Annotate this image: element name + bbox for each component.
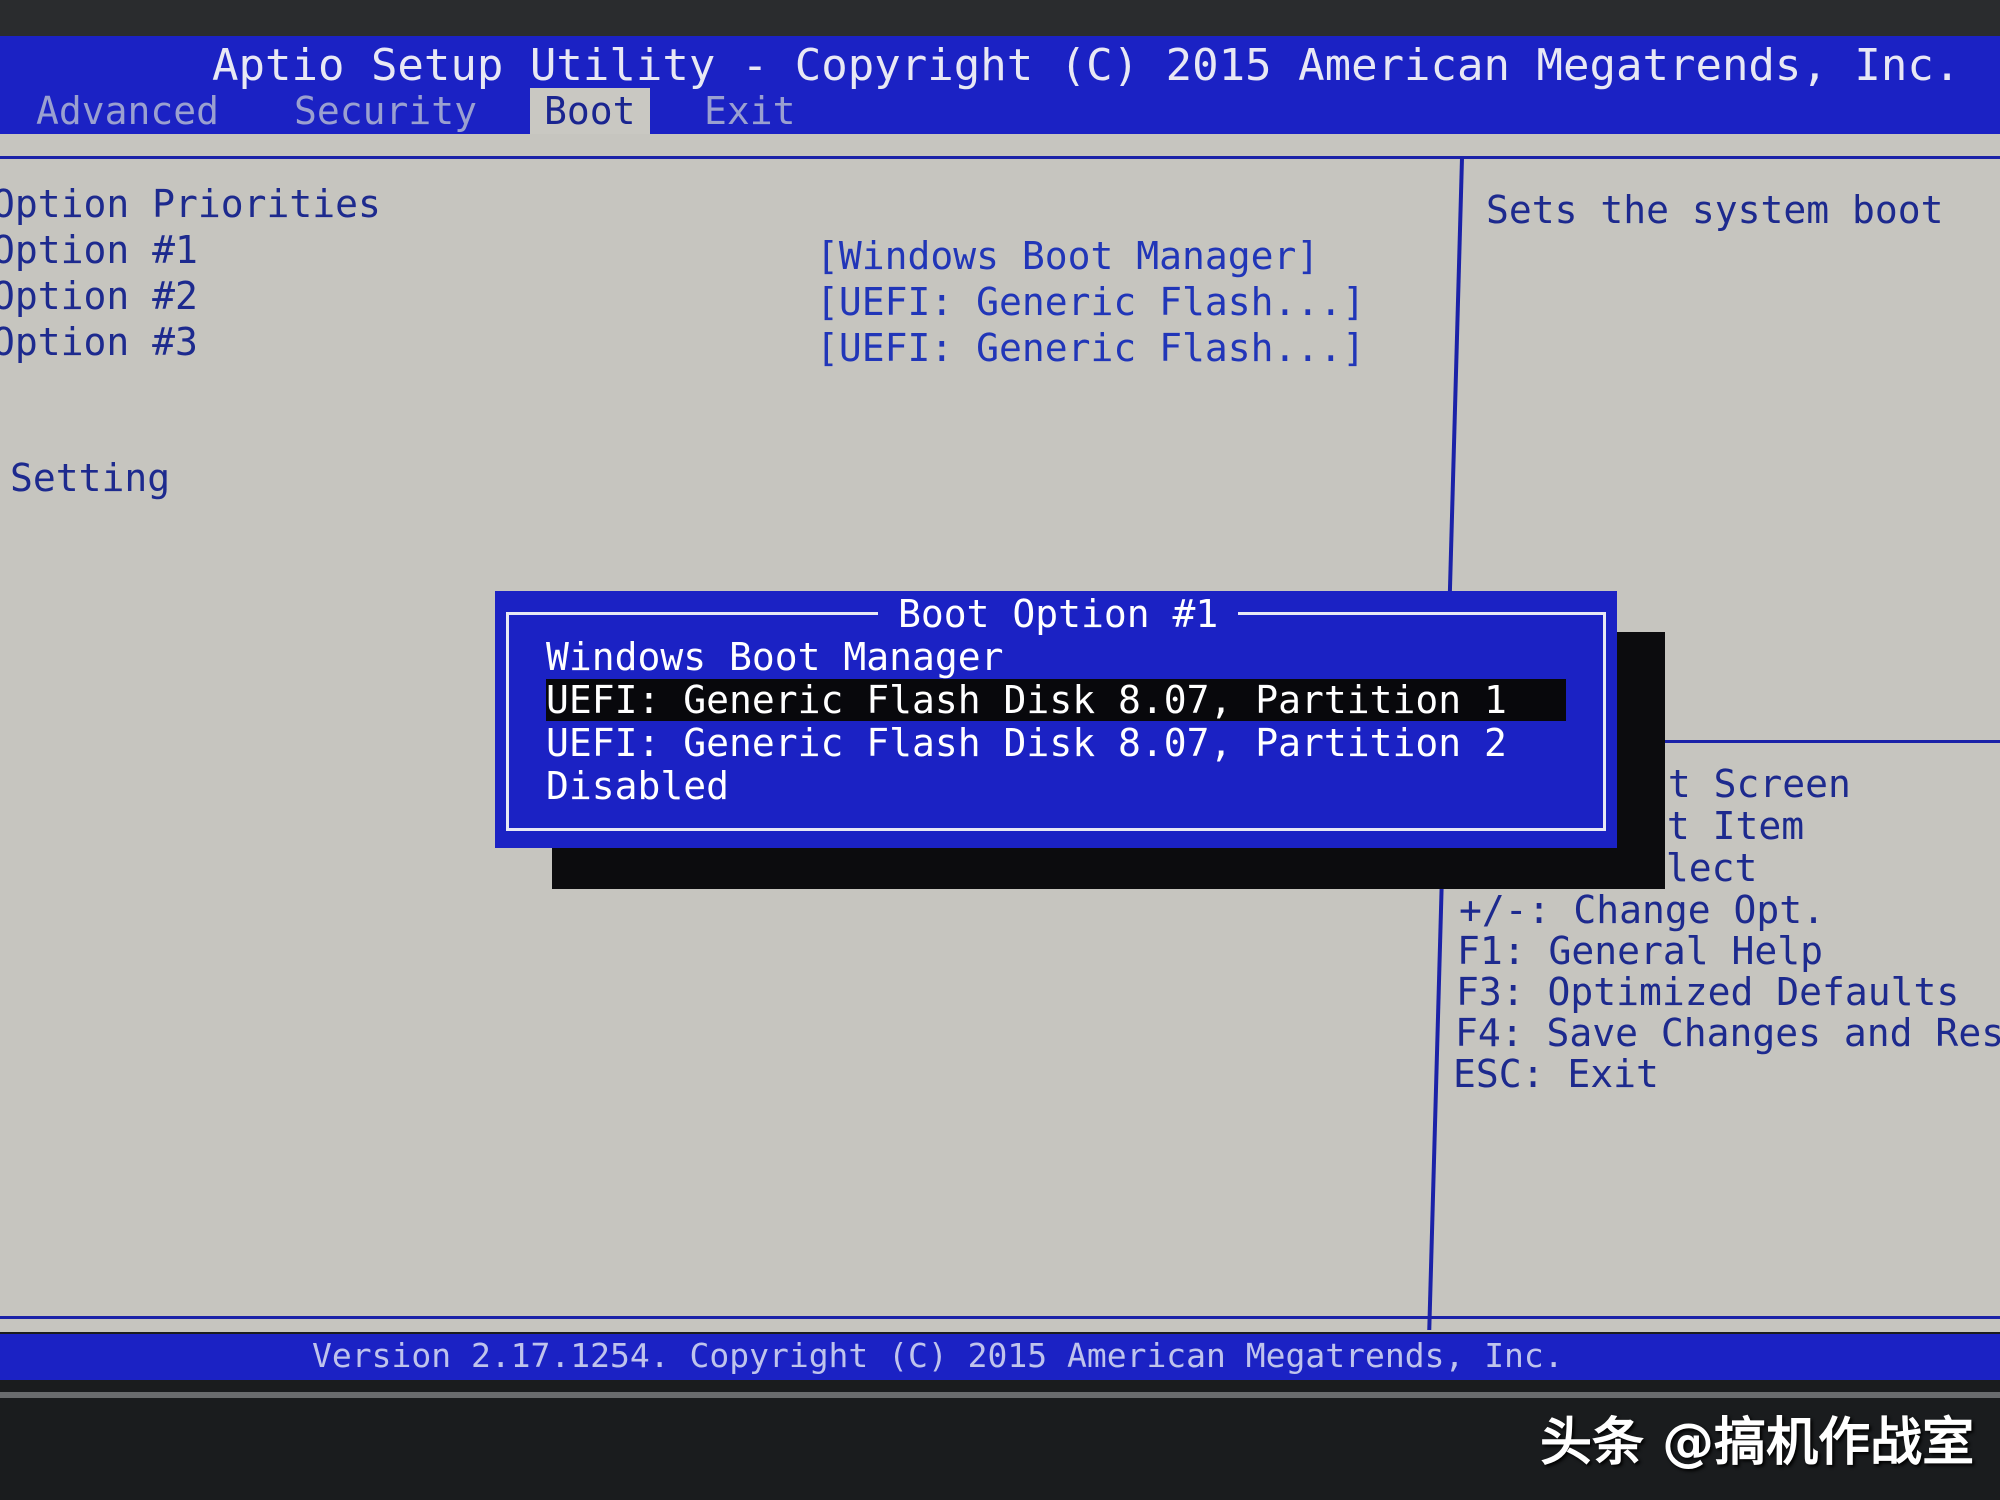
monitor-bezel (0, 1392, 2000, 1398)
key-help: F4: Save Changes and Reset (1455, 1011, 2000, 1055)
option-1-value[interactable]: [Windows Boot Manager] (816, 234, 1319, 278)
popup-item[interactable]: UEFI: Generic Flash Disk 8.07, Partition… (546, 722, 1507, 764)
watermark: 头条 @搞机作战室 (1540, 1413, 1975, 1473)
popup-item[interactable]: Disabled (546, 765, 729, 807)
setting-label: Setting (10, 456, 171, 500)
popup-title: Boot Option #1 (878, 592, 1239, 636)
app-title: Aptio Setup Utility - Copyright (C) 2015… (212, 40, 1961, 91)
help-description: Sets the system boot (1486, 188, 1944, 232)
option-3-label[interactable]: Option #3 (0, 320, 198, 364)
section-title: Option Priorities (0, 182, 381, 226)
key-help: F1: General Help (1457, 929, 1824, 973)
version-text: Version 2.17.1254. Copyright (C) 2015 Am… (312, 1336, 1564, 1375)
tab-exit[interactable]: Exit (690, 88, 810, 134)
tab-advanced[interactable]: Advanced (22, 88, 233, 134)
key-help: ESC: Exit (1453, 1052, 1659, 1096)
option-2-label[interactable]: Option #2 (0, 274, 198, 318)
divider (0, 156, 2000, 159)
divider (0, 1316, 2000, 1319)
tab-boot[interactable]: Boot (530, 88, 650, 134)
popup-item[interactable]: Windows Boot Manager (546, 636, 1004, 678)
key-help: F3: Optimized Defaults (1456, 970, 1960, 1014)
tab-security[interactable]: Security (280, 88, 491, 134)
option-2-value[interactable]: [UEFI: Generic Flash...] (816, 280, 1365, 324)
option-1-label[interactable]: Option #1 (0, 228, 198, 272)
key-help: +/-: Change Opt. (1459, 888, 1826, 932)
popup-item-selected[interactable]: UEFI: Generic Flash Disk 8.07, Partition… (546, 679, 1566, 721)
monitor-bezel-top (0, 0, 2000, 38)
option-3-value[interactable]: [UEFI: Generic Flash...] (816, 326, 1365, 370)
